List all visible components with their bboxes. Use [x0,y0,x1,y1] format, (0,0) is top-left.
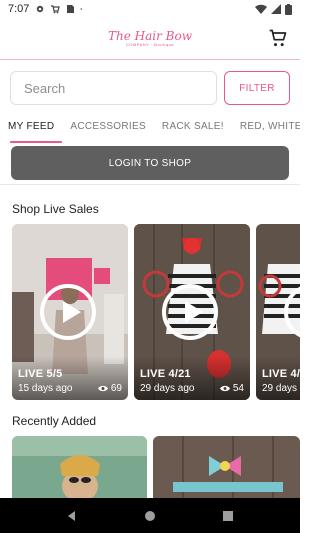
status-time: 7:07 [8,3,30,15]
gear-icon [37,5,44,13]
logo-subtext: COMPANY · Boutique [125,42,175,47]
app-header: The Hair Bow COMPANY · Boutique [0,18,300,60]
live-sale-date: 15 days ago [18,383,73,394]
category-tabs: MY FEED ACCESSORIES RACK SALE! RED, WHIT… [0,115,300,143]
recent-section-title: Recently Added [12,414,97,428]
live-sale-label: LIVE 4/21 [140,368,191,380]
logo-text: The Hair Bow [108,29,192,43]
live-sales-carousel[interactable]: LIVE 5/5 15 days ago 69 LIVE 4/21 29 day… [12,224,312,400]
home-icon[interactable] [144,510,156,522]
view-count-value: 54 [232,383,244,394]
login-to-shop-button[interactable]: LOGIN TO SHOP [11,146,289,180]
tab-red-white-blue[interactable]: RED, WHITE & BLUE [232,115,300,143]
back-icon[interactable] [66,510,78,522]
search-row: Search FILTER [10,71,290,107]
product-card[interactable] [153,436,300,498]
tab-accessories[interactable]: ACCESSORIES [62,115,154,143]
recently-added-carousel[interactable] [12,436,312,498]
search-input[interactable]: Search [10,71,217,105]
sd-card-icon [67,5,75,13]
filter-button[interactable]: FILTER [224,71,290,105]
view-count: 69 [97,383,122,394]
tab-rack-sale[interactable]: RACK SALE! [154,115,232,143]
product-image [12,436,147,498]
recents-icon[interactable] [222,510,234,522]
wifi-icon [255,4,267,14]
tab-my-feed[interactable]: MY FEED [0,115,63,143]
product-card[interactable] [12,436,147,498]
live-sale-date: 29 days a [262,383,300,394]
login-area: LOGIN TO SHOP [0,143,300,183]
live-sale-label: LIVE 4/ [262,368,300,380]
live-sale-label: LIVE 5/5 [18,368,63,380]
divider [0,184,300,185]
view-count: 54 [219,383,244,394]
eye-icon [219,385,230,392]
search-placeholder: Search [24,80,66,96]
cart-notification-icon [51,5,61,14]
eye-icon [97,385,108,392]
live-sale-card[interactable]: LIVE 4/ 29 days a [256,224,300,400]
live-sale-card[interactable]: LIVE 4/21 29 days ago 54 [134,224,250,400]
status-bar: 7:07 [0,0,300,18]
play-button[interactable] [40,284,96,340]
view-count-value: 69 [110,383,122,394]
signal-icon [271,4,281,14]
live-sale-card[interactable]: LIVE 5/5 15 days ago 69 [12,224,128,400]
play-button[interactable] [162,284,218,340]
dot-icon [80,8,83,10]
brand-logo[interactable]: The Hair Bow COMPANY · Boutique [108,30,192,47]
live-sale-date: 29 days ago [140,383,195,394]
battery-icon [285,3,292,15]
system-nav-bar [0,498,300,533]
product-image [153,436,300,498]
live-section-title: Shop Live Sales [12,202,99,216]
cart-icon[interactable] [268,28,288,48]
